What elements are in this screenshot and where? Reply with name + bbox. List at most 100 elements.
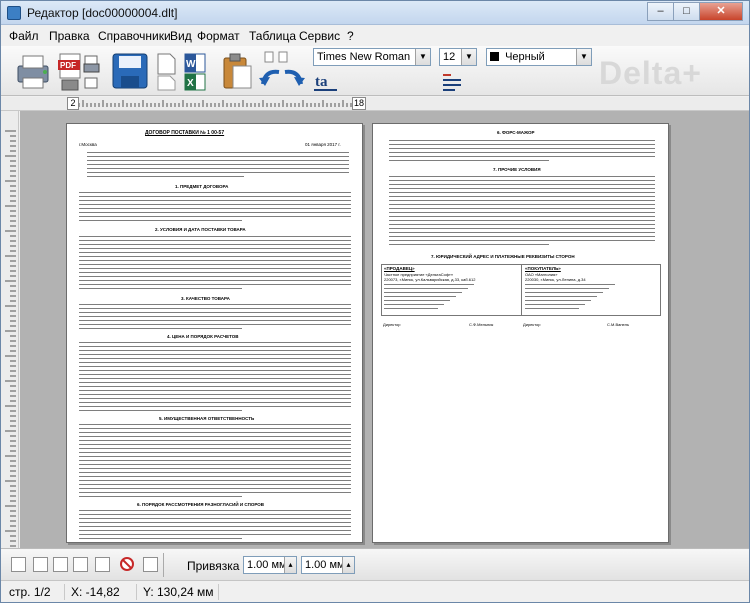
text-line: [389, 148, 655, 149]
text-line: [79, 526, 351, 527]
buyer-signer: С.М.Ванель: [607, 322, 630, 327]
insert-image-icon[interactable]: [53, 557, 68, 572]
text-line: [389, 140, 655, 141]
text-line: [389, 228, 655, 229]
print-preview-icon[interactable]: [15, 50, 55, 92]
section-heading-other: 7. ПРОЧИЕ УСЛОВИЯ: [493, 167, 541, 172]
page-2[interactable]: 6. ФОРС-МАЖОР 7. ПРОЧИЕ УСЛОВИЯ 7. ЮРИДИ…: [372, 123, 669, 543]
text-line: [79, 252, 351, 253]
menu-help[interactable]: ?: [347, 29, 354, 43]
horizontal-ruler[interactable]: 2 18: [1, 97, 749, 111]
text-line: [79, 324, 351, 325]
menu-table[interactable]: Таблица: [249, 29, 296, 43]
insert-table-icon[interactable]: [73, 557, 88, 572]
menu-edit[interactable]: Правка: [49, 29, 90, 43]
text-line: [79, 208, 351, 209]
vertical-ruler[interactable]: [1, 111, 19, 548]
save-icon[interactable]: [111, 50, 149, 92]
text-line: [389, 204, 655, 205]
text-line: [79, 264, 351, 265]
no-sign-icon[interactable]: [119, 556, 135, 572]
text-line: [79, 452, 351, 453]
indent-icon[interactable]: [441, 70, 465, 92]
bottom-toolbar: Привязка 1.00 мм ▴ 1.00 мм ▴: [1, 548, 749, 580]
y-coordinate: Y: 130,24 мм: [139, 584, 219, 600]
spin-icon[interactable]: ▴: [342, 557, 354, 573]
color-swatch: [490, 52, 499, 61]
text-line: [79, 484, 351, 485]
snap-x-input[interactable]: 1.00 мм ▴: [243, 556, 297, 574]
close-button[interactable]: ✕: [699, 2, 743, 21]
text-line: [389, 208, 655, 209]
snap-y-value: 1.00 мм: [305, 559, 345, 571]
menu-view[interactable]: Вид: [170, 29, 192, 43]
text-line: [79, 530, 351, 531]
text-line: [79, 428, 351, 429]
maximize-button[interactable]: □: [673, 2, 699, 21]
color-select[interactable]: Черный ▼: [486, 48, 592, 66]
text-line: [389, 236, 655, 237]
text-line: [389, 176, 655, 177]
insert-text-icon[interactable]: [33, 557, 48, 572]
text-line: [79, 280, 351, 281]
right-margin-marker[interactable]: 18: [352, 97, 366, 110]
snap-x-value: 1.00 мм: [247, 559, 287, 571]
text-line: [389, 240, 655, 241]
text-line: [79, 276, 351, 277]
menu-service[interactable]: Сервис: [299, 29, 340, 43]
spin-icon[interactable]: ▴: [284, 557, 296, 573]
frame-icon[interactable]: [95, 557, 110, 572]
export-pdf-icon[interactable]: PDF: [57, 50, 83, 92]
title-bar[interactable]: Редактор [doc00000004.dlt] – □ ✕: [1, 1, 749, 25]
ruler-scale: [78, 100, 352, 107]
section-heading-1: 1. ПРЕДМЕТ ДОГОВОРА: [175, 184, 229, 189]
page-1[interactable]: ДОГОВОР ПОСТАВКИ № 1 00-57 г.Москва 01 я…: [66, 123, 363, 543]
font-size-select[interactable]: 12 ▼: [439, 48, 477, 66]
minimize-button[interactable]: –: [647, 2, 673, 21]
table-text-line: [384, 292, 462, 293]
seller-director-label: Директор: [383, 322, 401, 327]
buyer-director-label: Директор: [523, 322, 541, 327]
grid-icon[interactable]: [143, 557, 158, 572]
table-text-line: [525, 308, 579, 309]
section-heading-6: 6. ПОРЯДОК РАССМОТРЕНИЯ РАЗНОГЛАСИЙ И СП…: [137, 502, 265, 507]
new-document-icon[interactable]: [155, 50, 177, 92]
document-area[interactable]: ДОГОВОР ПОСТАВКИ № 1 00-57 г.Москва 01 я…: [20, 111, 749, 548]
text-line: [79, 476, 351, 477]
text-line: [87, 168, 349, 169]
menu-format[interactable]: Формат: [197, 29, 240, 43]
text-line: [79, 444, 351, 445]
buyer-title: «ПОКУПАТЕЛЬ»: [525, 266, 561, 271]
editor-window: Редактор [doc00000004.dlt] – □ ✕ Файл Пр…: [0, 0, 750, 603]
export-word-icon[interactable]: W X: [183, 50, 209, 92]
font-size-value: 12: [443, 51, 456, 63]
text-line: [79, 366, 351, 367]
paste-icon[interactable]: [221, 50, 253, 92]
text-line: [79, 496, 243, 497]
printer-icon[interactable]: [83, 50, 101, 92]
page-view-icon[interactable]: [11, 557, 26, 572]
text-line: [79, 196, 351, 197]
text-line: [79, 220, 243, 221]
brand-logo: Delta+: [599, 55, 702, 91]
left-margin-marker[interactable]: 2: [67, 97, 79, 110]
undo-redo-icon[interactable]: [257, 50, 307, 92]
line-spacing-icon[interactable]: ta: [313, 70, 339, 92]
text-line: [79, 312, 351, 313]
status-bar: стр. 1/2 X: -14,82 мм Y: 130,24 мм: [1, 580, 749, 602]
text-line: [79, 510, 351, 511]
menu-file[interactable]: Файл: [9, 29, 39, 43]
table-text-line: [384, 300, 450, 301]
text-line: [389, 200, 655, 201]
text-line: [79, 378, 351, 379]
menu-references[interactable]: Справочники: [98, 29, 171, 43]
text-line: [79, 268, 351, 269]
text-line: [79, 448, 351, 449]
doc-title: ДОГОВОР ПОСТАВКИ № 1 00-57: [145, 130, 225, 136]
text-line: [79, 534, 351, 535]
snap-y-input[interactable]: 1.00 мм ▴: [301, 556, 355, 574]
color-select-value: Черный: [505, 51, 545, 63]
font-select[interactable]: Times New Roman ▼: [313, 48, 431, 66]
section-heading-3: 3. КАЧЕСТВО ТОВАРА: [181, 296, 230, 301]
buyer-address: 220030, г.Минск, ул.Ленина, д.34: [525, 277, 586, 282]
